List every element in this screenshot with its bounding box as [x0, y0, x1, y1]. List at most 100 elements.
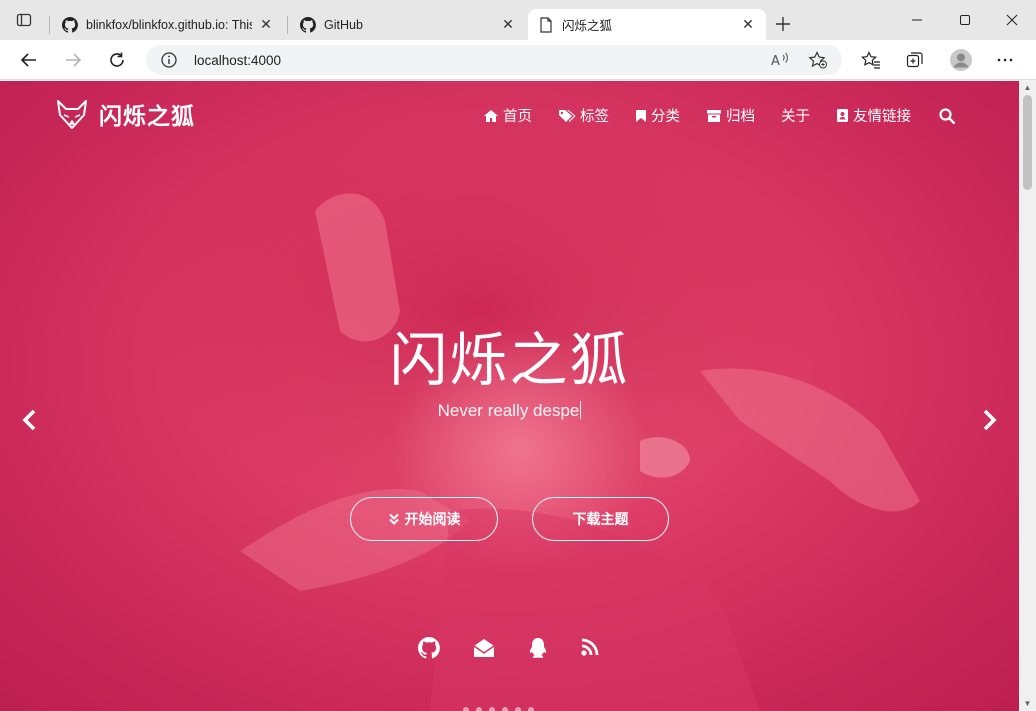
social-qq-link[interactable] [527, 637, 549, 661]
browser-toolbar: localhost:4000 A [0, 40, 1036, 80]
bookmark-icon [636, 109, 646, 122]
info-icon[interactable] [160, 51, 178, 74]
scroll-down-icon[interactable]: ▼ [1023, 699, 1032, 708]
tab-separator [49, 16, 50, 34]
tab-actions-icon [16, 13, 32, 27]
menu-item-about[interactable]: 关于 [781, 105, 810, 126]
hero-subtitle-text: Never really despe [437, 401, 580, 420]
add-favorite-icon[interactable] [808, 51, 828, 74]
tab-title: blinkfox/blinkfox.github.io: This i [86, 17, 252, 32]
close-icon[interactable]: ✕ [740, 16, 756, 33]
tab-blinkfox-repo[interactable]: blinkfox/blinkfox.github.io: This i ✕ [52, 9, 284, 40]
tags-icon [559, 109, 576, 122]
url-text[interactable]: localhost:4000 [194, 53, 281, 68]
github-icon [300, 16, 316, 33]
new-tab-button[interactable] [771, 12, 795, 36]
page-icon [538, 16, 554, 33]
carousel-dot[interactable] [515, 707, 521, 711]
start-reading-button[interactable]: 开始阅读 [350, 497, 498, 541]
arrow-left-icon [20, 53, 36, 67]
minimize-button[interactable] [893, 0, 941, 40]
start-reading-label: 开始阅读 [404, 511, 461, 527]
title-bar: blinkfox/blinkfox.github.io: This i ✕ Gi… [0, 0, 1036, 40]
qq-icon [529, 638, 547, 658]
browser-window: blinkfox/blinkfox.github.io: This i ✕ Gi… [0, 0, 1036, 711]
menu-item-tags[interactable]: 标签 [558, 105, 609, 126]
archive-icon [707, 109, 721, 122]
close-icon[interactable]: ✕ [500, 16, 516, 33]
tab-separator [287, 16, 288, 34]
forward-button[interactable] [58, 45, 88, 75]
carousel-next-button[interactable] [980, 409, 998, 436]
refresh-icon [110, 52, 124, 67]
menu-item-categories[interactable]: 分类 [635, 105, 680, 126]
chevron-right-icon [983, 409, 997, 431]
carousel-dot[interactable] [476, 707, 482, 711]
maximize-icon [960, 15, 970, 25]
menu-item-home[interactable]: 首页 [483, 105, 532, 126]
fox-logo-icon [57, 100, 87, 129]
site-navbar: 闪烁之狐 首页 标签 分类 归档 关于 友情链接 [0, 81, 1019, 149]
social-github-link[interactable] [418, 637, 440, 659]
hero-title: 闪烁之狐 [389, 326, 630, 394]
social-mail-link[interactable] [472, 637, 496, 659]
maximize-button[interactable] [941, 0, 989, 40]
search-button[interactable] [939, 107, 959, 124]
logo-text: 闪烁之狐 [99, 103, 195, 129]
arrow-right-icon [66, 53, 82, 67]
address-bar[interactable]: localhost:4000 A [146, 45, 842, 75]
chevron-left-icon [22, 409, 36, 431]
scroll-thumb[interactable] [1023, 95, 1032, 190]
carousel-indicators [463, 707, 541, 711]
menu-label: 友情链接 [853, 109, 911, 125]
favorites-icon [861, 51, 880, 69]
collections-button[interactable] [900, 45, 930, 75]
carousel-dot[interactable] [489, 707, 495, 711]
svg-text:A: A [771, 54, 780, 69]
tab-active-site[interactable]: 闪烁之狐 ✕ [528, 9, 766, 40]
social-rss-link[interactable] [580, 637, 600, 657]
back-button[interactable] [14, 45, 44, 75]
menu-label: 关于 [781, 109, 810, 125]
address-book-icon [837, 109, 848, 122]
main-menu: 首页 标签 分类 归档 关于 友情链接 [457, 105, 959, 126]
tab-github[interactable]: GitHub ✕ [290, 9, 526, 40]
profile-button[interactable] [946, 45, 976, 75]
angle-double-down-icon [388, 513, 399, 525]
site-logo[interactable]: 闪烁之狐 [55, 97, 195, 131]
avatar-icon [950, 49, 972, 71]
carousel-prev-button[interactable] [21, 409, 39, 436]
tab-actions-button[interactable] [0, 0, 48, 40]
refresh-button[interactable] [102, 45, 132, 75]
close-icon[interactable]: ✕ [258, 16, 274, 33]
page-viewport: 闪烁之狐 首页 标签 分类 归档 关于 友情链接 闪烁之狐 Never real… [0, 81, 1019, 711]
close-window-button[interactable] [988, 0, 1036, 40]
carousel-dot[interactable] [463, 707, 469, 711]
menu-label: 标签 [580, 109, 609, 125]
tab-title: 闪烁之狐 [562, 19, 613, 33]
github-icon [418, 637, 440, 659]
menu-label: 分类 [651, 109, 680, 125]
menu-item-friends[interactable]: 友情链接 [836, 105, 911, 126]
github-icon [62, 16, 78, 33]
rss-icon [581, 638, 599, 656]
more-icon [997, 58, 1013, 62]
tab-title: GitHub [324, 17, 363, 32]
scroll-up-icon[interactable]: ▲ [1023, 83, 1032, 92]
download-theme-button[interactable]: 下载主题 [532, 497, 669, 541]
mail-icon [473, 639, 495, 657]
hero-subtitle: Never really despe [0, 401, 1019, 421]
minimize-icon [912, 19, 922, 21]
collections-icon [906, 52, 923, 68]
menu-label: 归档 [726, 109, 755, 125]
search-icon [939, 107, 955, 124]
settings-menu-button[interactable] [990, 45, 1020, 75]
page-scrollbar[interactable]: ▲ ▼ [1019, 81, 1036, 711]
favorites-button[interactable] [856, 45, 886, 75]
menu-item-archive[interactable]: 归档 [706, 105, 755, 126]
download-theme-label: 下载主题 [572, 511, 629, 527]
carousel-dot[interactable] [528, 707, 534, 711]
plus-icon [776, 17, 790, 31]
read-aloud-icon[interactable]: A [770, 51, 790, 74]
carousel-dot[interactable] [502, 707, 508, 711]
